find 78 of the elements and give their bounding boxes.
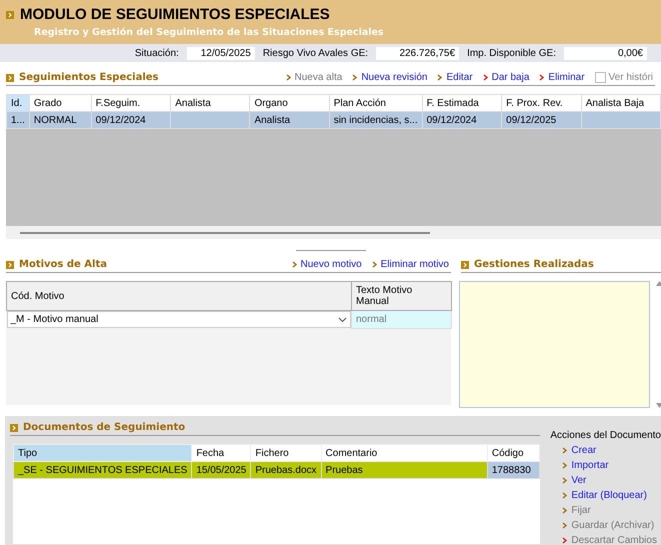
column-header[interactable]: Analista <box>170 94 250 112</box>
value-field: 12/05/2025 <box>186 46 255 60</box>
action-link[interactable]: Crear <box>550 445 661 456</box>
value-field: 0,00€ <box>564 46 647 60</box>
chevron-icon <box>292 261 296 268</box>
table-cell: sin incidencias, s... <box>329 112 422 128</box>
table-cell: Pruebas.docx <box>250 462 322 478</box>
history-checkbox[interactable]: Ver históri <box>594 72 653 83</box>
chevron-icon <box>562 492 568 499</box>
field-label: Situación: <box>134 48 179 58</box>
column-header[interactable]: Comentario <box>321 444 488 462</box>
section-bullet-icon <box>6 260 14 268</box>
chevron-icon <box>562 507 568 514</box>
reason-text-field[interactable]: normal <box>352 310 452 328</box>
column-header[interactable]: Fichero <box>250 444 322 462</box>
action-link[interactable]: Editar <box>437 72 473 83</box>
column-header[interactable]: Texto Motivo Manual <box>352 282 452 310</box>
module-subtitle: Registro y Gestión del Seguimiento de las Situaciones Especiales <box>33 27 385 38</box>
column-header[interactable]: Grado <box>29 94 92 112</box>
action-link[interactable]: Editar (Bloquear) <box>550 490 661 501</box>
section-bullet-icon <box>10 424 18 432</box>
chevron-icon <box>482 74 488 81</box>
table-cell: 1788830 <box>487 462 540 478</box>
chevron-icon <box>562 447 568 454</box>
action-link[interactable]: Importar <box>550 460 661 471</box>
actions-title: Acciones del Documento <box>550 430 661 441</box>
section-title: Documentos de Seguimiento <box>23 422 186 433</box>
scroll-down-icon[interactable] <box>656 403 661 408</box>
chevron-icon <box>562 477 568 484</box>
action-link[interactable]: Ver <box>550 475 661 486</box>
scroll-up-icon[interactable] <box>656 281 661 286</box>
table-cell: 09/12/2024 <box>422 112 502 128</box>
chevron-icon <box>562 537 568 544</box>
table-cell: Pruebas <box>321 462 488 478</box>
section-title: Motivos de Alta <box>19 259 108 270</box>
column-header[interactable]: Código <box>487 444 540 462</box>
chevron-down-icon <box>338 316 347 322</box>
column-header[interactable]: Tipo <box>14 444 192 462</box>
action-link[interactable]: Dar baja <box>482 72 530 83</box>
field-label: Imp. Disponible GE: <box>467 48 556 58</box>
section-bullet-icon <box>6 74 14 82</box>
column-header[interactable]: Cód. Motivo <box>6 282 352 310</box>
table-cell: _SE - SEGUIMIENTOS ESPECIALES <box>14 462 192 478</box>
column-header[interactable]: Analista Baja <box>581 94 660 112</box>
table-cell: NORMAL <box>29 112 92 128</box>
column-header[interactable]: F. Prox. Rev. <box>502 94 582 112</box>
chevron-icon <box>562 522 568 529</box>
chevron-icon <box>562 462 568 469</box>
column-header[interactable]: F.Seguim. <box>91 94 171 112</box>
column-header[interactable]: Plan Acción <box>329 94 422 112</box>
section-title: Seguimientos Especiales <box>19 72 160 83</box>
table-cell: 15/05/2025 <box>192 462 251 478</box>
section-title: Gestiones Realizadas <box>474 259 595 270</box>
column-header[interactable]: F. Estimada <box>422 94 502 112</box>
chevron-icon <box>352 74 358 81</box>
section-bullet-icon <box>6 10 14 18</box>
module-title: MODULO DE SEGUIMIENTOS ESPECIALES <box>20 6 330 23</box>
chevron-icon <box>372 261 377 268</box>
horizontal-scrollbar[interactable] <box>6 226 661 239</box>
table-cell: 09/12/2024 <box>91 112 171 128</box>
column-header[interactable]: Id. <box>6 94 30 112</box>
chevron-icon <box>286 74 290 81</box>
action-link[interactable]: Nuevo motivo <box>292 259 362 270</box>
action-link[interactable]: Eliminar motivo <box>372 259 449 270</box>
action-link[interactable]: Eliminar <box>539 72 585 83</box>
value-field: 226.726,75€ <box>376 46 460 60</box>
reason-dropdown[interactable]: _M - Motivo manual <box>6 311 351 328</box>
notes-area[interactable] <box>459 281 650 408</box>
table-cell: Analista <box>250 112 330 128</box>
table-cell: 1... <box>6 112 30 128</box>
column-header[interactable]: Fecha <box>192 444 251 462</box>
chevron-icon <box>539 74 544 81</box>
action-link[interactable]: Nueva revisión <box>352 72 428 83</box>
field-label: Riesgo Vivo Avales GE: <box>262 48 368 58</box>
table-cell: 09/12/2025 <box>502 112 582 128</box>
chevron-icon <box>437 74 442 81</box>
column-header[interactable]: Organo <box>250 94 330 112</box>
section-bullet-icon <box>461 260 469 268</box>
